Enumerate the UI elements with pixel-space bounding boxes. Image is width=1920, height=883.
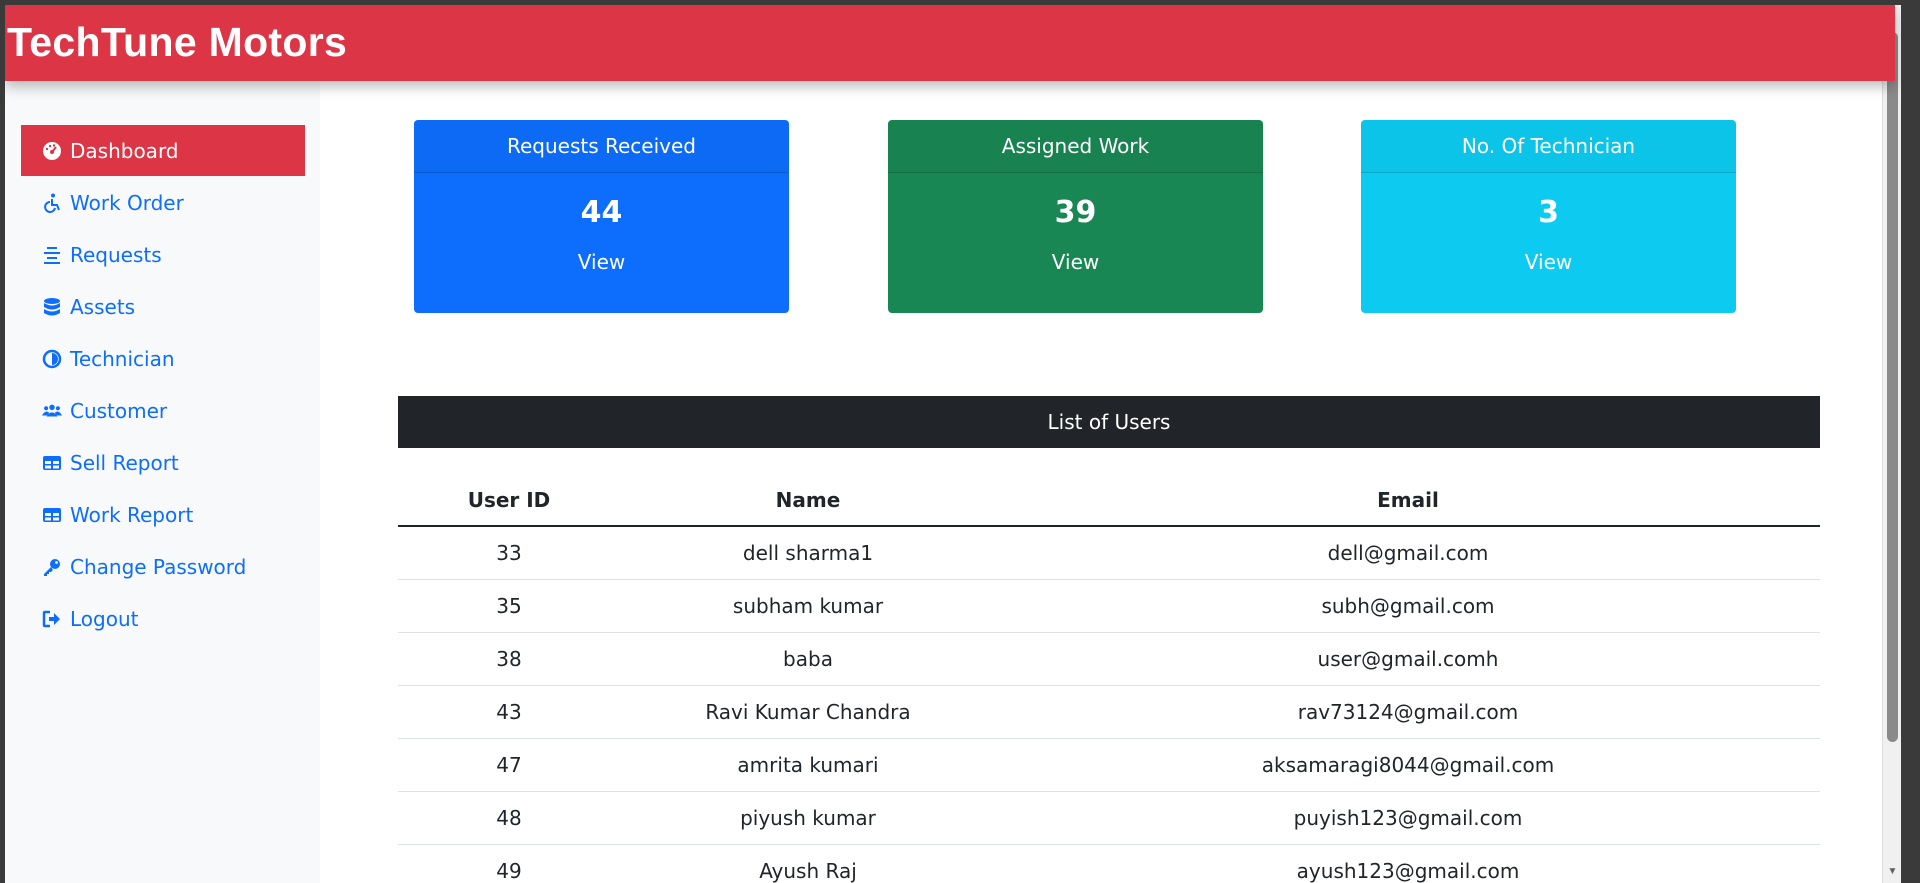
table-header-row: User ID Name Email	[398, 474, 1820, 527]
sidebar-item-customer[interactable]: Customer	[21, 385, 305, 436]
browser-window: TechTune Motors Dashboard Work Order Req…	[5, 5, 1901, 883]
card-value: 39	[1054, 195, 1097, 230]
column-header-email: Email	[996, 474, 1820, 527]
cell-email: aksamaragi8044@gmail.com	[996, 738, 1820, 792]
table-row: 49 Ayush Raj ayush123@gmail.com	[398, 844, 1820, 883]
users-list-header: List of Users	[398, 396, 1820, 448]
sidebar-item-requests[interactable]: Requests	[21, 229, 305, 280]
table-icon	[41, 452, 63, 474]
sidebar-item-label: Technician	[70, 346, 175, 371]
column-header-user-id: User ID	[398, 474, 620, 527]
cell-user-id: 47	[398, 738, 620, 792]
cell-name: amrita kumari	[620, 738, 996, 792]
cell-user-id: 48	[398, 791, 620, 845]
sidebar-item-logout[interactable]: Logout	[21, 593, 305, 644]
card-title: Requests Received	[414, 120, 789, 173]
cell-email: ayush123@gmail.com	[996, 844, 1820, 883]
sidebar-item-change-password[interactable]: Change Password	[21, 541, 305, 592]
accessible-icon	[41, 192, 63, 214]
sidebar: Dashboard Work Order Requests Assets Tec…	[5, 81, 320, 883]
database-icon	[41, 296, 63, 318]
users-table: User ID Name Email 33 dell sharma1 dell@…	[398, 474, 1820, 883]
sidebar-item-work-order[interactable]: Work Order	[21, 177, 305, 228]
sidebar-item-label: Assets	[70, 294, 136, 319]
card-assigned-work[interactable]: Assigned Work 39 View	[888, 120, 1263, 313]
card-view-link[interactable]: View	[888, 250, 1263, 274]
sidebar-item-label: Logout	[70, 606, 139, 631]
top-navbar: TechTune Motors	[5, 5, 1895, 81]
sidebar-item-label: Customer	[70, 398, 168, 423]
cell-name: piyush kumar	[620, 791, 996, 845]
sidebar-item-label: Change Password	[70, 554, 247, 579]
sign-out-icon	[41, 608, 63, 630]
table-row: 48 piyush kumar puyish123@gmail.com	[398, 791, 1820, 845]
card-title: Assigned Work	[888, 120, 1263, 173]
table-row: 43 Ravi Kumar Chandra rav73124@gmail.com	[398, 685, 1820, 739]
sidebar-item-label: Requests	[70, 242, 162, 267]
sidebar-item-assets[interactable]: Assets	[21, 281, 305, 332]
scrollbar-thumb[interactable]	[1887, 32, 1898, 742]
cell-name: Ayush Raj	[620, 844, 996, 883]
technician-icon	[41, 348, 63, 370]
cell-name: baba	[620, 632, 996, 686]
table-row: 33 dell sharma1 dell@gmail.com	[398, 526, 1820, 580]
cell-name: subham kumar	[620, 579, 996, 633]
users-icon	[41, 400, 63, 422]
cell-user-id: 49	[398, 844, 620, 883]
cell-name: dell sharma1	[620, 526, 996, 580]
cell-user-id: 35	[398, 579, 620, 633]
card-view-link[interactable]: View	[414, 250, 789, 274]
sidebar-item-label: Work Order	[70, 190, 184, 215]
card-technicians[interactable]: No. Of Technician 3 View	[1361, 120, 1736, 313]
sidebar-item-dashboard[interactable]: Dashboard	[21, 125, 305, 176]
table-icon	[41, 504, 63, 526]
cell-email: rav73124@gmail.com	[996, 685, 1820, 739]
table-row: 35 subham kumar subh@gmail.com	[398, 579, 1820, 633]
cell-user-id: 38	[398, 632, 620, 686]
card-value: 44	[580, 195, 623, 230]
cell-email: subh@gmail.com	[996, 579, 1820, 633]
dashboard-gauge-icon	[41, 140, 63, 162]
cell-user-id: 43	[398, 685, 620, 739]
cell-email: puyish123@gmail.com	[996, 791, 1820, 845]
key-icon	[41, 556, 63, 578]
sidebar-item-label: Work Report	[70, 502, 194, 527]
cell-email: dell@gmail.com	[996, 526, 1820, 580]
card-requests-received[interactable]: Requests Received 44 View	[414, 120, 789, 313]
cell-name: Ravi Kumar Chandra	[620, 685, 996, 739]
brand-title[interactable]: TechTune Motors	[7, 19, 347, 66]
card-title: No. Of Technician	[1361, 120, 1736, 173]
cell-user-id: 33	[398, 526, 620, 580]
align-center-icon	[41, 244, 63, 266]
cell-email: user@gmail.comh	[996, 632, 1820, 686]
sidebar-item-sell-report[interactable]: Sell Report	[21, 437, 305, 488]
vertical-scrollbar[interactable]: ▲ ▼	[1882, 5, 1901, 883]
sidebar-item-work-report[interactable]: Work Report	[21, 489, 305, 540]
card-view-link[interactable]: View	[1361, 250, 1736, 274]
table-row: 38 baba user@gmail.comh	[398, 632, 1820, 686]
column-header-name: Name	[620, 474, 996, 527]
sidebar-item-label: Sell Report	[70, 450, 179, 475]
card-value: 3	[1538, 195, 1559, 230]
table-row: 47 amrita kumari aksamaragi8044@gmail.co…	[398, 738, 1820, 792]
scroll-down-arrow-icon[interactable]: ▼	[1887, 866, 1898, 877]
sidebar-item-technician[interactable]: Technician	[21, 333, 305, 384]
sidebar-item-label: Dashboard	[70, 138, 179, 163]
